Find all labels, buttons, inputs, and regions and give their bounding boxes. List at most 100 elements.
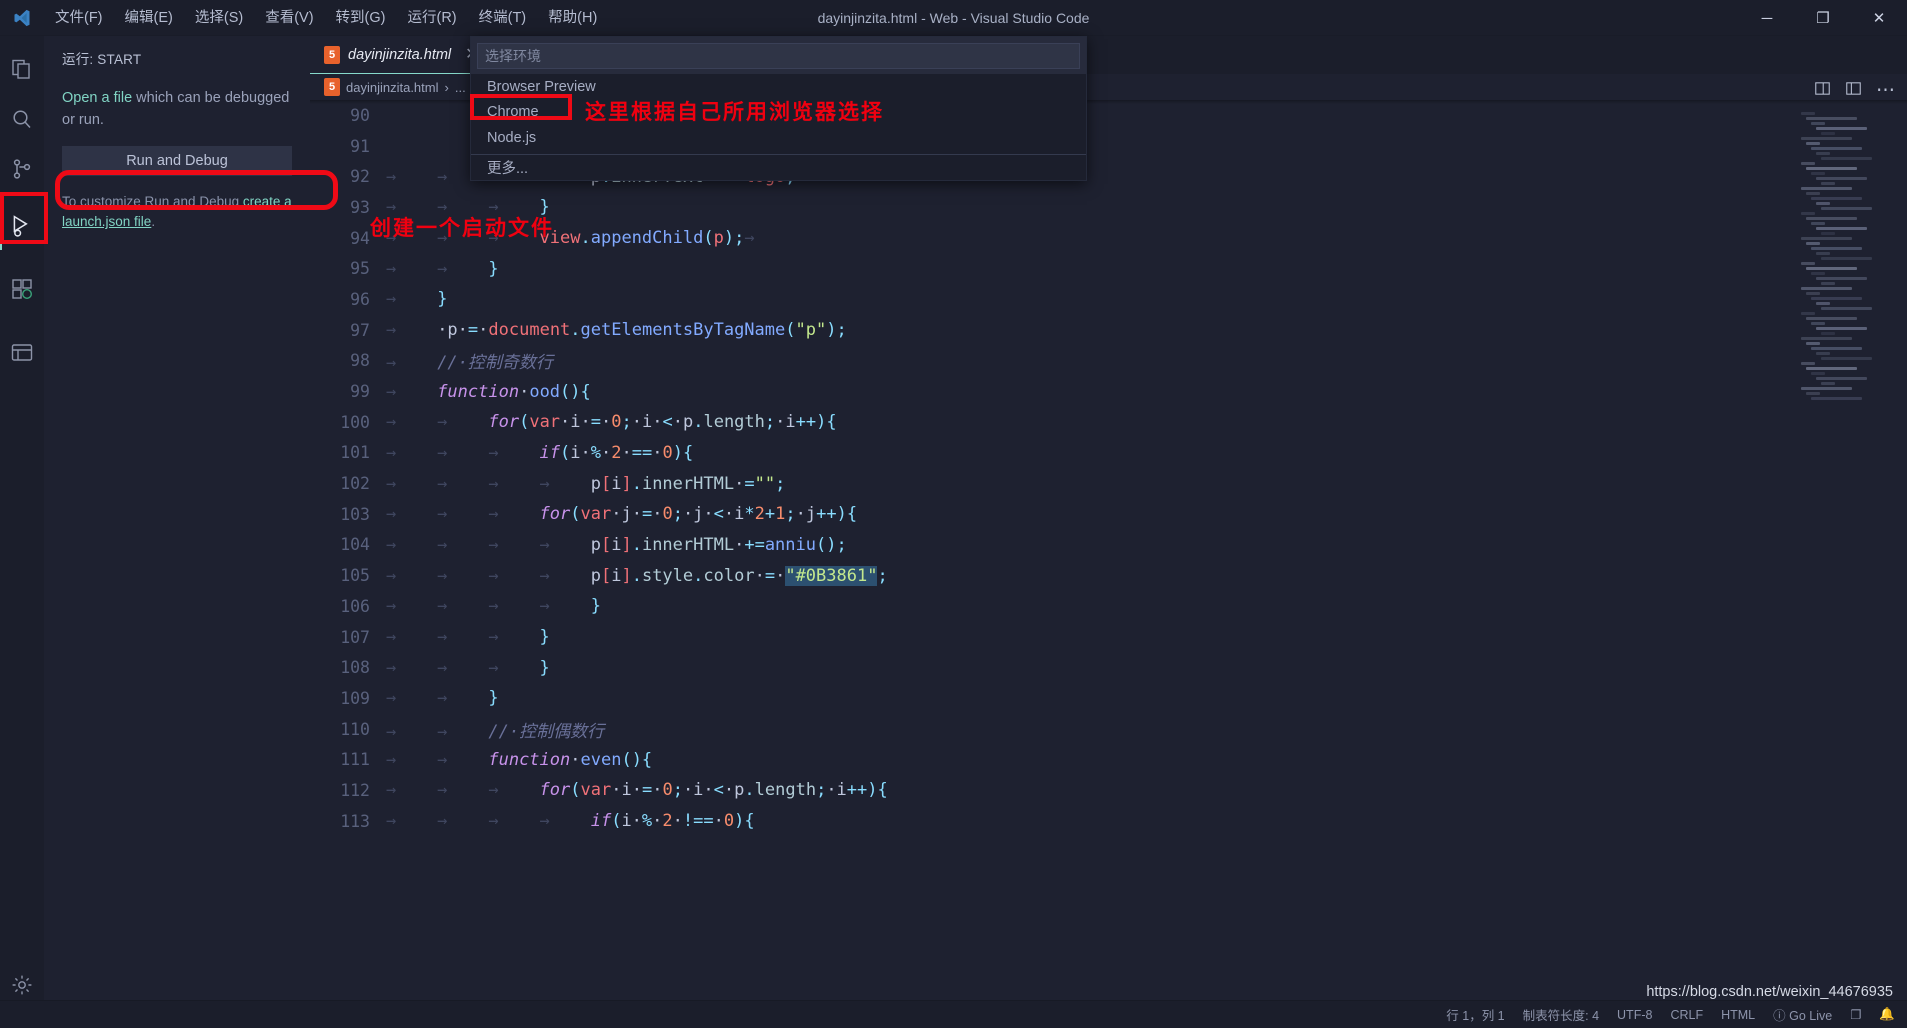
activity-remote-explorer-icon[interactable]: [0, 328, 44, 378]
code-line-text: → }: [386, 289, 448, 310]
minimap-line: [1816, 352, 1830, 355]
minimap-line: [1806, 292, 1820, 295]
code-line[interactable]: 98 → //·控制奇数行: [310, 346, 1907, 377]
status-go-live[interactable]: ⓘ Go Live: [1773, 1005, 1832, 1024]
close-button[interactable]: ✕: [1851, 0, 1907, 36]
code-line-text: → → → }: [386, 627, 550, 648]
quickpick-list[interactable]: Browser Preview Chrome Node.js 更多...: [471, 74, 1086, 180]
status-tab-size[interactable]: 制表符长度: 4: [1523, 1005, 1599, 1024]
breadcrumb-html5-icon: 5: [324, 78, 340, 96]
code-line[interactable]: 113 → → → → if(i·%·2·!==·0){: [310, 806, 1907, 837]
code-line[interactable]: 111 → → function·even(){: [310, 744, 1907, 775]
maximize-button[interactable]: ❐: [1795, 0, 1851, 36]
line-number: 107: [340, 627, 370, 647]
line-number: 98: [350, 351, 370, 371]
menu-bar[interactable]: 文件(F) 编辑(E) 选择(S) 查看(V) 转到(G) 运行(R) 终端(T…: [44, 0, 608, 36]
status-feedback-icon[interactable]: ❐: [1850, 1007, 1861, 1022]
minimap-line: [1811, 197, 1862, 200]
minimap-line: [1806, 217, 1857, 220]
status-language[interactable]: HTML: [1721, 1008, 1755, 1022]
menu-help[interactable]: 帮助(H): [537, 0, 608, 36]
menu-file[interactable]: 文件(F): [44, 0, 114, 36]
minimap-line: [1801, 337, 1852, 340]
status-line-col[interactable]: 行 1，列 1: [1446, 1005, 1504, 1024]
code-line[interactable]: 101 → → → if(i·%·2·==·0){: [310, 438, 1907, 469]
line-number: 96: [350, 289, 370, 309]
code-line[interactable]: 110 → → //·控制偶数行: [310, 714, 1907, 745]
quickpick-item-nodejs[interactable]: Node.js: [471, 125, 1086, 151]
code-line[interactable]: 96 → }: [310, 284, 1907, 315]
code-line-text: → → function·even(){: [386, 749, 653, 770]
quickpick-item-more[interactable]: 更多...: [471, 155, 1086, 181]
menu-terminal[interactable]: 终端(T): [468, 0, 538, 36]
minimap-line: [1806, 192, 1820, 195]
code-line[interactable]: 100 → → for(var·i·=·0;·i·<·p.length;·i++)…: [310, 407, 1907, 438]
code-line[interactable]: 105 → → → → p[i].style.color·=·"#0B3861";: [310, 560, 1907, 591]
menu-view[interactable]: 查看(V): [254, 0, 324, 36]
minimap-line: [1811, 297, 1862, 300]
menu-go[interactable]: 转到(G): [325, 0, 397, 36]
editor-actions[interactable]: ⋯: [1814, 72, 1895, 110]
minimap-line: [1821, 382, 1835, 385]
tab-dayinjinzita-html[interactable]: 5 dayinjinzita.html ✕: [310, 36, 491, 74]
minimap-line: [1811, 272, 1825, 275]
status-bar[interactable]: 行 1，列 1 制表符长度: 4 UTF-8 CRLF HTML ⓘ Go Li…: [0, 1000, 1907, 1028]
minimap-line: [1811, 347, 1862, 350]
code-line[interactable]: 93 → → → }: [310, 192, 1907, 223]
minimap-line: [1806, 317, 1857, 320]
code-line[interactable]: 112 → → → for(var·i·=·0;·i·<·p.length;·i+…: [310, 775, 1907, 806]
code-line[interactable]: 97 → ·p·=·document.getElementsByTagName("…: [310, 315, 1907, 346]
code-line[interactable]: 103 → → → for(var·j·=·0;·j·<·i*2+1;·j++){: [310, 499, 1907, 530]
minimize-button[interactable]: ─: [1739, 0, 1795, 36]
status-bar-right[interactable]: 行 1，列 1 制表符长度: 4 UTF-8 CRLF HTML ⓘ Go Li…: [1446, 1005, 1895, 1024]
activity-extensions-icon[interactable]: [0, 264, 44, 314]
line-number: 103: [340, 504, 370, 524]
line-number: 106: [340, 596, 370, 616]
line-number: 95: [350, 259, 370, 279]
minimap-line: [1806, 342, 1820, 345]
minimap-line: [1816, 252, 1830, 255]
open-file-link[interactable]: Open a file: [62, 90, 132, 106]
breadcrumb-file[interactable]: dayinjinzita.html: [346, 80, 439, 95]
code-line[interactable]: 104 → → → → p[i].innerHTML·+=anniu();: [310, 530, 1907, 561]
title-bar: 文件(F) 编辑(E) 选择(S) 查看(V) 转到(G) 运行(R) 终端(T…: [0, 0, 1907, 36]
activity-source-control-icon[interactable]: [0, 144, 44, 194]
status-bell-icon[interactable]: 🔔: [1879, 1007, 1895, 1022]
code-line-text: → → → → p[i].innerHTML·+=anniu();: [386, 534, 847, 555]
code-line[interactable]: 108 → → → }: [310, 652, 1907, 683]
code-line[interactable]: 99 → function·ood(){: [310, 376, 1907, 407]
status-encoding[interactable]: UTF-8: [1617, 1008, 1652, 1022]
code-line[interactable]: 109 → → }: [310, 683, 1907, 714]
code-editor[interactable]: 909192→ → → → p.innerText·+=·logo;93→ → …: [310, 100, 1907, 1000]
minimap-line: [1821, 232, 1835, 235]
activity-search-icon[interactable]: [0, 94, 44, 144]
code-line[interactable]: 107 → → → }: [310, 622, 1907, 653]
menu-selection[interactable]: 选择(S): [184, 0, 254, 36]
minimap-line: [1806, 142, 1820, 145]
minimap-line: [1801, 212, 1815, 215]
quickpick-input[interactable]: [477, 43, 1080, 69]
minimap[interactable]: [1801, 112, 1893, 400]
more-actions-icon[interactable]: ⋯: [1876, 81, 1895, 100]
toggle-panel-icon[interactable]: [1845, 80, 1862, 102]
activity-bar[interactable]: [0, 36, 44, 1028]
menu-edit[interactable]: 编辑(E): [114, 0, 184, 36]
split-editor-icon[interactable]: [1814, 80, 1831, 102]
code-line[interactable]: 102 → → → → p[i].innerHTML·="";: [310, 468, 1907, 499]
code-line-text: → → }: [386, 258, 499, 279]
status-eol[interactable]: CRLF: [1670, 1008, 1703, 1022]
html5-icon: 5: [324, 46, 340, 64]
code-line[interactable]: 94 → → → view.appendChild(p);→: [310, 223, 1907, 254]
menu-run[interactable]: 运行(R): [396, 0, 467, 36]
breadcrumb-more[interactable]: ...: [455, 80, 466, 95]
minimap-line: [1816, 177, 1867, 180]
minimap-line: [1806, 267, 1857, 270]
activity-explorer-icon[interactable]: [0, 44, 44, 94]
window-controls[interactable]: ─ ❐ ✕: [1739, 0, 1907, 36]
code-line-text: → → → }: [386, 197, 550, 218]
minimap-line: [1811, 147, 1862, 150]
code-line[interactable]: 95 → → }: [310, 253, 1907, 284]
line-number: 99: [350, 382, 370, 402]
code-line[interactable]: 106 → → → → }: [310, 591, 1907, 622]
annotation-box-run-debug-icon: [0, 192, 48, 244]
